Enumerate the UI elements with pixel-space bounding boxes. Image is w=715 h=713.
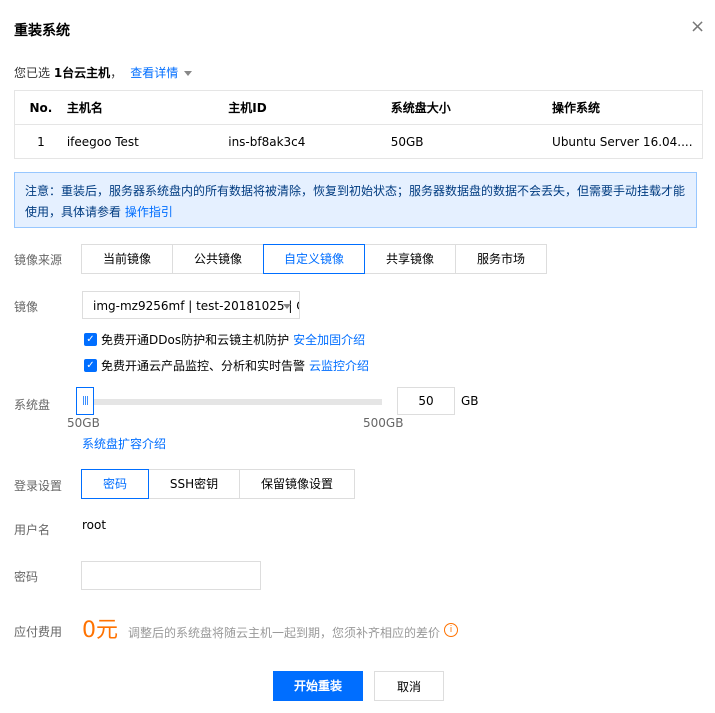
disk-size-slider-handle[interactable]: ||| (76, 387, 94, 415)
tab-custom-image[interactable]: 自定义镜像 (263, 244, 365, 274)
ddos-option-text: 免费开通DDos防护和云镜主机防护 (101, 333, 290, 347)
tab-marketplace[interactable]: 服务市场 (455, 244, 547, 274)
cell-no: 1 (13, 124, 67, 159)
cancel-button[interactable]: 取消 (374, 671, 444, 701)
monitoring-option[interactable]: ✓ 免费开通云产品监控、分析和实时告警 云监控介绍 (84, 357, 369, 374)
image-source-tabs: 当前镜像 公共镜像 自定义镜像 共享镜像 服务市场 (81, 244, 547, 274)
checkbox-ddos[interactable]: ✓ (84, 333, 97, 346)
selection-summary: 您已选 1台云主机， 查看详情 (14, 64, 193, 81)
tab-ssh-key[interactable]: SSH密钥 (148, 469, 240, 499)
cloud-monitor-link[interactable]: 云监控介绍 (309, 357, 369, 374)
username-value: root (82, 518, 107, 532)
system-disk-label: 系统盘 (14, 398, 51, 412)
cell-disk-size: 50GB (390, 124, 553, 159)
chevron-down-icon (283, 304, 291, 309)
slider-min-label: 50GB (67, 416, 100, 430)
slider-max-label: 500GB (363, 416, 404, 430)
tab-shared-image[interactable]: 共享镜像 (364, 244, 456, 274)
login-settings-label: 登录设置 (14, 479, 63, 493)
column-header-no: No. (13, 90, 67, 125)
ddos-protection-option[interactable]: ✓ 免费开通DDos防护和云镜主机防护 安全加固介绍 (84, 331, 365, 348)
reinstall-dialog: 重装系统 × 您已选 1台云主机， 查看详情 No. 主机名 主机ID 系统盘大小… (0, 0, 715, 713)
disk-size-unit: GB (461, 394, 479, 408)
cell-hostname: ifeegoo Test (66, 124, 229, 159)
table-row: 1 ifeegoo Test ins-bf8ak3c4 50GB Ubuntu … (13, 124, 704, 159)
selection-suffix: ， (110, 66, 123, 80)
cell-host-id: ins-bf8ak3c4 (228, 124, 391, 159)
checkbox-monitoring[interactable]: ✓ (84, 359, 97, 372)
close-icon[interactable]: × (690, 18, 705, 36)
chevron-down-icon[interactable] (184, 71, 193, 76)
column-header-os: 操作系统 (552, 90, 704, 125)
password-label: 密码 (14, 570, 39, 584)
monitoring-option-text: 免费开通云产品监控、分析和实时告警 (101, 359, 306, 373)
column-header-disk-size: 系统盘大小 (390, 90, 553, 125)
fee-amount: 0元 (82, 618, 118, 643)
disk-size-input[interactable]: 50 (397, 387, 455, 415)
selection-prefix: 您已选 (14, 66, 54, 80)
disk-expand-link[interactable]: 系统盘扩容介绍 (82, 435, 166, 452)
selection-count: 1台云主机 (53, 66, 111, 80)
column-header-host-id: 主机ID (228, 90, 391, 125)
image-select-value: img-mz9256mf | test-20181025 | C (93, 299, 300, 313)
username-label: 用户名 (14, 523, 51, 537)
operation-guide-link[interactable]: 操作指引 (125, 205, 173, 219)
column-header-hostname: 主机名 (66, 90, 229, 125)
tab-keep-image-settings[interactable]: 保留镜像设置 (239, 469, 355, 499)
table-header-row: No. 主机名 主机ID 系统盘大小 操作系统 (13, 90, 704, 125)
notice-banner: 注意：重装后，服务器系统盘内的所有数据将被清除，恢复到初始状态；服务器数据盘的数… (14, 172, 697, 228)
hosts-table: No. 主机名 主机ID 系统盘大小 操作系统 1 ifeegoo Test i… (13, 90, 704, 159)
start-reinstall-button[interactable]: 开始重装 (273, 671, 363, 701)
password-input[interactable] (81, 561, 261, 590)
image-select[interactable]: img-mz9256mf | test-20181025 | C (82, 291, 300, 319)
image-label: 镜像 (14, 300, 39, 314)
security-hardening-link[interactable]: 安全加固介绍 (293, 331, 365, 348)
login-tabs: 密码 SSH密钥 保留镜像设置 (81, 469, 355, 499)
tab-public-image[interactable]: 公共镜像 (172, 244, 264, 274)
fee-label: 应付费用 (14, 625, 63, 639)
view-details-link[interactable]: 查看详情 (130, 66, 178, 80)
tab-current-image[interactable]: 当前镜像 (81, 244, 173, 274)
tab-password[interactable]: 密码 (81, 469, 149, 499)
dialog-title: 重装系统 (14, 23, 70, 39)
cell-os: Ubuntu Server 16.04.... (552, 124, 704, 159)
image-source-label: 镜像来源 (14, 253, 63, 267)
fee-note: 调整后的系统盘将随云主机一起到期，您须补齐相应的差价 (128, 626, 441, 640)
info-icon[interactable]: i (444, 623, 458, 637)
disk-size-slider-track[interactable] (82, 399, 382, 405)
